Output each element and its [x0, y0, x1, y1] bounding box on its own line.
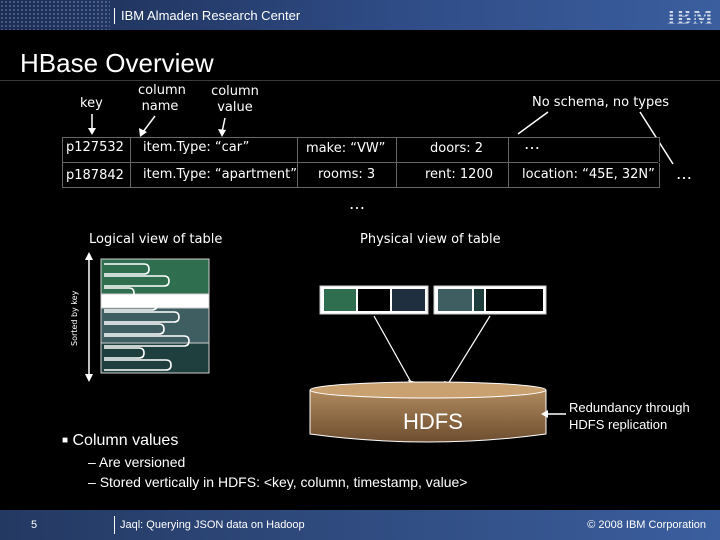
row-cell: item.Type: “apartment” — [143, 167, 297, 182]
footer-bar: 5 Jaql: Querying JSON data on Hadoop © 2… — [0, 510, 720, 540]
hdfs-label: HDFS — [403, 409, 463, 434]
bullet-main-text: Column values — [72, 432, 179, 449]
schema-arrow-1 — [517, 111, 549, 135]
row-cell: rooms: 3 — [318, 167, 376, 182]
redundancy-arrow — [541, 410, 566, 418]
table-divider — [62, 162, 658, 163]
bullet-sub-text: Are versioned — [98, 454, 186, 470]
dash-icon: – — [88, 474, 100, 490]
row-cell: rent: 1200 — [425, 167, 493, 182]
row-key: p187842 — [66, 168, 124, 183]
bullet-sub-text: Stored vertically in HDFS: <key, column,… — [99, 474, 468, 490]
column-value-arrowhead — [218, 129, 226, 137]
copyright: © 2008 IBM Corporation — [587, 519, 706, 531]
row-key: p127532 — [66, 140, 124, 155]
key-arrowhead — [88, 128, 96, 135]
sorted-by-key-label: Sorted by key — [70, 290, 79, 346]
physical-view-label: Physical view of table — [360, 232, 501, 247]
sorted-arrow — [85, 252, 93, 382]
rows-ellipsis: … — [349, 194, 365, 213]
page-number: 5 — [31, 519, 38, 531]
logical-view-label: Logical view of table — [89, 232, 223, 247]
talk-title: Jaql: Querying JSON data on Hadoop — [120, 519, 305, 531]
footer-separator — [114, 516, 115, 534]
row-cell: doors: 2 — [430, 141, 484, 156]
logical-block — [100, 307, 210, 344]
row-cell: … — [676, 164, 692, 183]
column-name-arrow — [142, 115, 156, 133]
row-cell: … — [524, 134, 540, 153]
logical-view-diagram — [100, 258, 210, 374]
row-cell: item.Type: “car” — [143, 140, 250, 155]
row-cell: location: “45E, 32N” — [522, 167, 655, 182]
bullet-sub: – Are versioned — [88, 454, 185, 470]
bullet-square-icon: ■ — [62, 435, 69, 446]
dash-icon: – — [88, 454, 99, 470]
redundancy-label: Redundancy through HDFS replication — [569, 400, 690, 432]
bullet-main: ■ Column values — [62, 432, 178, 450]
bullet-sub: – Stored vertically in HDFS: <key, colum… — [88, 474, 467, 490]
row-cell: make: “VW” — [306, 141, 386, 156]
